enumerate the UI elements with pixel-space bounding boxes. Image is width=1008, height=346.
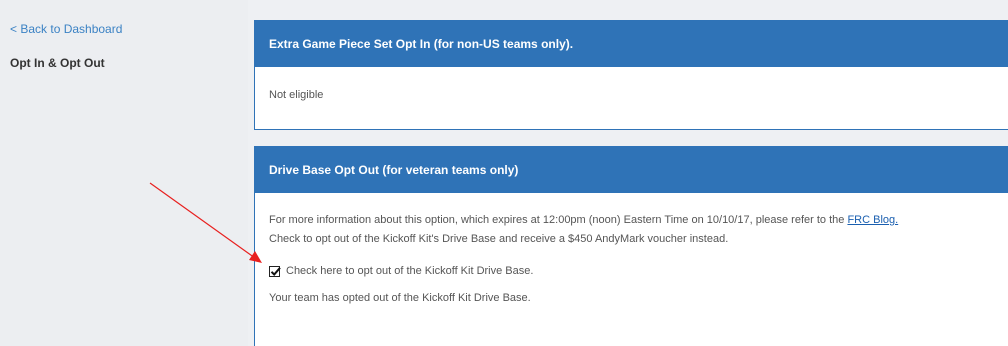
page: < Back to Dashboard Opt In & Opt Out Ext… (0, 0, 1008, 346)
opt-out-checkbox-label[interactable]: Check here to opt out of the Kickoff Kit… (286, 262, 533, 281)
drive-base-header: Drive Base Opt Out (for veteran teams on… (255, 147, 1008, 193)
sidebar: < Back to Dashboard Opt In & Opt Out (0, 0, 248, 346)
checkmark-icon (270, 267, 281, 276)
eligibility-status: Not eligible (269, 89, 324, 101)
extra-game-piece-header: Extra Game Piece Set Opt In (for non-US … (255, 21, 1008, 67)
extra-game-piece-panel: Extra Game Piece Set Opt In (for non-US … (254, 20, 1008, 130)
sidebar-title: Opt In & Opt Out (10, 56, 105, 70)
opt-out-confirmation: Your team has opted out of the Kickoff K… (269, 292, 531, 304)
back-to-dashboard-link[interactable]: < Back to Dashboard (10, 22, 122, 36)
drive-base-body: For more information about this option, … (255, 193, 1008, 308)
frc-blog-link[interactable]: FRC Blog. (847, 214, 898, 226)
info-prefix: For more information about this option, … (269, 214, 845, 226)
info-text: For more information about this option, … (269, 211, 999, 230)
extra-game-piece-body: Not eligible (255, 67, 1008, 101)
drive-base-panel: Drive Base Opt Out (for veteran teams on… (254, 146, 1008, 346)
opt-out-row[interactable]: Check here to opt out of the Kickoff Kit… (269, 262, 999, 281)
instruction-text: Check to opt out of the Kickoff Kit's Dr… (269, 233, 729, 245)
opt-out-checkbox[interactable] (269, 266, 281, 277)
